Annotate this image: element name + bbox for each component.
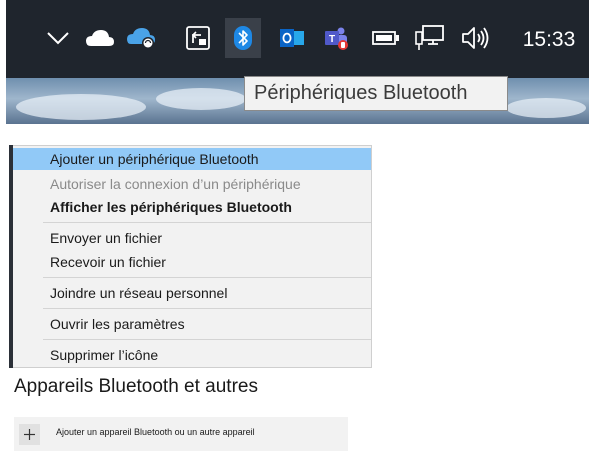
menu-item-send-file[interactable]: Envoyer un fichier: [13, 227, 371, 249]
menu-item-add-bluetooth-device[interactable]: Ajouter un périphérique Bluetooth: [13, 148, 371, 170]
menu-item-receive-file[interactable]: Recevoir un fichier: [13, 251, 371, 273]
outlook-icon: [280, 29, 304, 47]
plus-icon: [24, 429, 35, 440]
app-tray-icon: [186, 26, 210, 50]
menu-item-show-bluetooth-devices[interactable]: Afficher les périphériques Bluetooth: [13, 196, 371, 218]
onedrive-sync-tray-button[interactable]: [126, 22, 158, 54]
app-tray-button[interactable]: [182, 22, 214, 54]
taskbar-clock[interactable]: 15:33: [514, 26, 584, 54]
show-hidden-icons-button[interactable]: [42, 22, 74, 54]
network-icon: [415, 25, 444, 50]
menu-item-remove-icon[interactable]: Supprimer l’icône: [13, 344, 371, 366]
wallpaper-cloud: [156, 88, 246, 110]
outlook-tray-button[interactable]: [276, 22, 308, 54]
network-tray-button[interactable]: [414, 22, 446, 54]
bluetooth-tray-button[interactable]: [225, 18, 261, 58]
battery-tray-button[interactable]: [370, 22, 402, 54]
add-device-label: Ajouter un appareil Bluetooth ou un autr…: [56, 427, 255, 437]
add-device-button[interactable]: Ajouter un appareil Bluetooth ou un autr…: [14, 417, 348, 451]
menu-item-allow-device-connection: Autoriser la connexion d’un périphérique: [50, 176, 301, 192]
taskbar-notification-area: T 15:33: [6, 0, 589, 78]
volume-icon: [462, 27, 489, 49]
add-plus-box: [19, 424, 40, 445]
onedrive-tray-button[interactable]: [84, 22, 116, 54]
menu-item-join-personal-network[interactable]: Joindre un réseau personnel: [13, 282, 371, 304]
menu-separator: [43, 222, 371, 223]
svg-text:T: T: [329, 34, 335, 45]
settings-section-title: Appareils Bluetooth et autres: [14, 376, 258, 397]
chevron-up-icon: [47, 32, 69, 45]
bluetooth-icon: [234, 26, 252, 50]
menu-separator: [43, 339, 371, 340]
onedrive-cloud-icon: [86, 30, 114, 46]
menu-separator: [43, 308, 371, 309]
bluetooth-context-menu: Ajouter un périphérique Bluetooth Autori…: [13, 145, 372, 368]
teams-icon: T: [325, 27, 348, 50]
wallpaper-cloud: [506, 98, 586, 118]
volume-tray-button[interactable]: [460, 22, 492, 54]
onedrive-sync-icon: [127, 28, 155, 49]
teams-tray-button[interactable]: T: [320, 22, 352, 54]
bluetooth-tooltip: Périphériques Bluetooth: [244, 76, 508, 111]
battery-icon: [372, 31, 399, 45]
menu-item-open-settings[interactable]: Ouvrir les paramètres: [13, 313, 371, 335]
menu-separator: [43, 277, 371, 278]
wallpaper-cloud: [16, 94, 146, 120]
